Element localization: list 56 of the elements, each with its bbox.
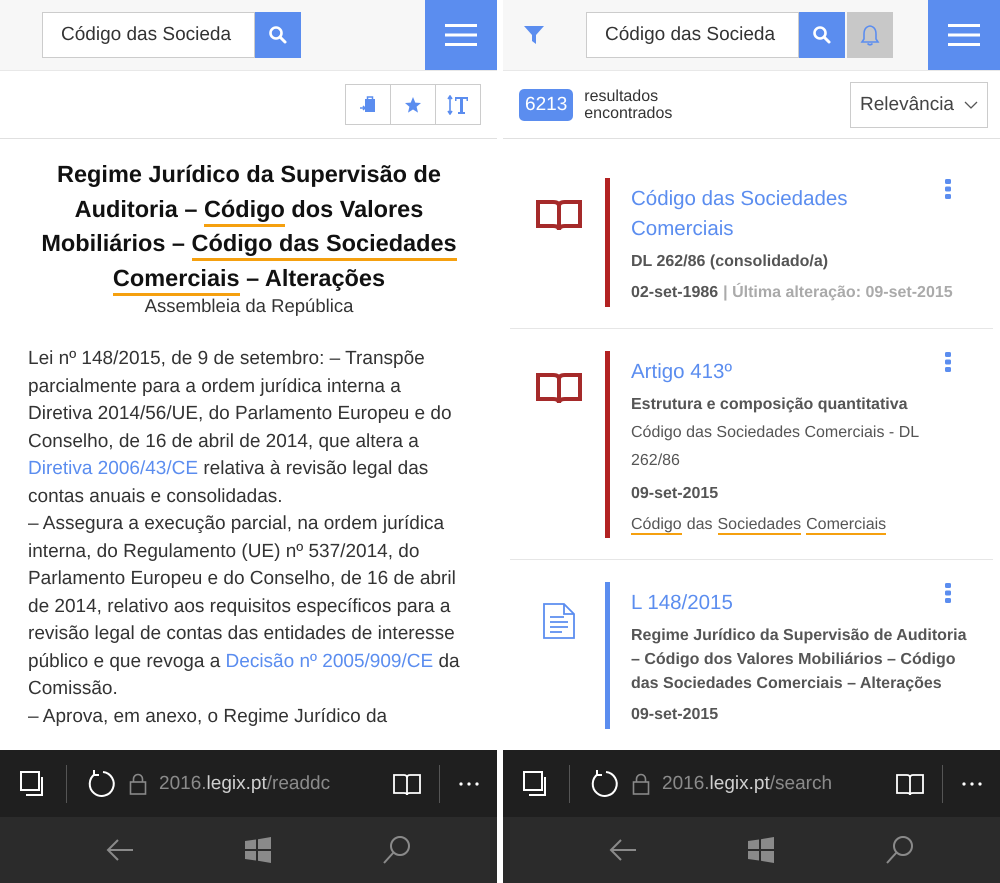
result-subtitle: DL 262/86 (consolidado/a): [631, 252, 830, 272]
windows-icon[interactable]: [748, 837, 774, 863]
paragraph: – Aprova, em anexo, o Regime Jurídico da: [28, 704, 388, 728]
text-size-button[interactable]: [435, 84, 481, 125]
document-author: Assembleia da República: [144, 295, 354, 317]
address-bar[interactable]: 2016.legix.pt/readdc: [159, 772, 330, 794]
clipboard-button[interactable]: [345, 84, 391, 125]
sort-dropdown[interactable]: Relevância: [850, 82, 988, 128]
result-date: 09-set-2015: [631, 706, 718, 723]
search-icon[interactable]: [382, 835, 412, 865]
filter-icon[interactable]: [523, 24, 545, 46]
star-icon: [404, 96, 422, 114]
menu-icon: [948, 24, 980, 46]
menu-button[interactable]: [425, 0, 497, 70]
paragraph: – Assegura a execução parcial, na ordem jurídica interna, do Regulamento (UE) nº 537/2014, do Parlamento Europeu e do Conselho, de 16 de abril de 2014, relativo aos requisitos específicos para a revisão legal de contas das entidades de interesse público e que revoga a Decisão nº 2005/909/CE da Comissão.: [28, 512, 461, 701]
search-icon: [268, 25, 288, 45]
chevron-down-icon: [964, 100, 978, 108]
back-icon[interactable]: [105, 838, 136, 862]
matched-keywords: Código das Sociedades Comerciais: [631, 515, 888, 537]
bell-icon: [860, 24, 880, 46]
search-field[interactable]: Código das Socieda: [42, 12, 255, 58]
document-title: Regime Jurídico da Supervisão de Auditoria – Código dos Valores Mobiliários – Código das Sociedades Comerciais – Alterações: [28, 157, 470, 295]
result-source: Código das Sociedades Comerciais - DL 262/86: [631, 423, 920, 471]
more-options-icon[interactable]: [944, 351, 952, 373]
paragraph: Lei nº 148/2015, de 9 de setembro: – Transpõe parcialmente para a ordem jurídica interna a Diretiva 2014/56/UE, do Parlamento Europeu e do Conselho, de 16 de abril de 2014, que altera a Diretiva 2006/43/CE relativa à revisão legal das contas anuais e consolidadas.: [28, 347, 453, 508]
result-count: 6213: [519, 88, 574, 120]
search-icon[interactable]: [884, 835, 915, 865]
menu-button[interactable]: [928, 0, 1000, 70]
lock-icon: [632, 772, 650, 794]
search-button[interactable]: [799, 12, 845, 58]
favorite-button[interactable]: [390, 84, 436, 125]
search-field[interactable]: Código das Socieda: [586, 12, 799, 58]
menu-icon: [445, 24, 477, 46]
clipboard-icon: [359, 96, 377, 114]
result-date: 02-set-1986: [631, 284, 718, 301]
search-icon: [812, 25, 832, 45]
more-options-icon[interactable]: [944, 582, 952, 604]
back-icon[interactable]: [608, 838, 638, 862]
windows-icon[interactable]: [245, 837, 272, 863]
more-options-icon[interactable]: [944, 178, 952, 200]
reading-view-icon[interactable]: [896, 772, 924, 796]
search-button[interactable]: [255, 12, 301, 58]
book-icon: [536, 198, 582, 232]
document-icon: [542, 602, 576, 640]
reading-view-icon[interactable]: [393, 772, 421, 796]
result-subtitle: Estrutura e composição quantitativa: [631, 395, 909, 415]
more-icon[interactable]: [458, 780, 480, 786]
book-icon: [536, 371, 582, 405]
text-size-icon: [447, 94, 469, 114]
result-subtitle: Regime Jurídico da Supervisão de Auditoria – Código dos Valores Mobiliários – Código das Sociedades Comerciais – Alterações: [631, 626, 968, 694]
more-icon[interactable]: [961, 780, 983, 786]
address-bar[interactable]: 2016.legix.pt/search: [662, 772, 832, 794]
result-date: 09-set-2015: [631, 485, 718, 502]
lock-icon: [129, 772, 147, 794]
result-count-label: resultados encontrados: [584, 88, 674, 122]
last-change-date: | Última alteração: 09-set-2015: [723, 284, 953, 301]
